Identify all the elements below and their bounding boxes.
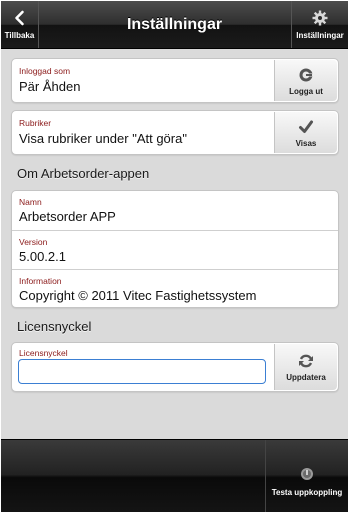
update-button-label: Uppdatera [286,373,326,382]
name-label: Namn [19,197,42,207]
update-button[interactable]: Uppdatera [274,344,337,390]
about-card: Namn Arbetsorder APP Version 5.00.2.1 In… [11,190,339,308]
settings-button[interactable]: Inställningar [291,1,348,48]
headings-toggle-label: Visas [295,139,317,148]
name-value: Arbetsorder APP [19,209,116,224]
logged-in-value: Pär Åhden [19,79,81,94]
back-button-label: Tillbaka [4,31,35,40]
footer-bar: Testa uppkoppling [1,439,348,512]
logout-button-label: Logga ut [289,87,323,96]
information-value: Copyright © 2011 Vitec Fastighetssystem [19,288,257,303]
license-card: Licensnyckel Uppdatera [11,342,339,392]
account-card: Inloggad som Pär Åhden Logga ut [11,58,339,103]
information-field: Information Copyright © 2011 Vitec Fasti… [12,270,338,308]
settings-button-label: Inställningar [296,31,344,40]
test-connection-button[interactable]: Testa uppkoppling [265,440,348,512]
license-field-label: Licensnyckel [19,348,68,358]
refresh-icon [299,354,313,368]
connection-icon [301,468,313,480]
version-field: Version 5.00.2.1 [12,231,338,269]
name-field: Namn Arbetsorder APP [12,191,338,230]
headings-value: Visa rubriker under "Att göra" [19,131,187,146]
headings-card: Rubriker Visa rubriker under "Att göra" … [11,110,339,155]
logout-button[interactable]: Logga ut [274,60,337,101]
headings-toggle-button[interactable]: Visas [274,112,337,153]
checkmark-icon [299,120,313,133]
logged-in-label: Inloggad som [19,66,71,76]
about-section-title: Om Arbetsorder-appen [17,166,150,181]
chevron-left-icon [14,10,24,26]
version-label: Version [19,237,48,247]
back-button[interactable]: Tillbaka [1,1,39,48]
license-key-input[interactable] [18,359,266,384]
header-bar: Tillbaka Inställningar Inställningar [1,1,348,49]
license-section-title: Licensnyckel [17,319,92,334]
headings-label: Rubriker [19,118,52,128]
logout-icon [299,68,313,82]
page-title: Inställningar [126,16,223,33]
information-label: Information [19,276,62,286]
version-value: 5.00.2.1 [19,249,66,264]
gear-icon [312,10,328,26]
test-connection-label: Testa uppkoppling [271,488,343,497]
